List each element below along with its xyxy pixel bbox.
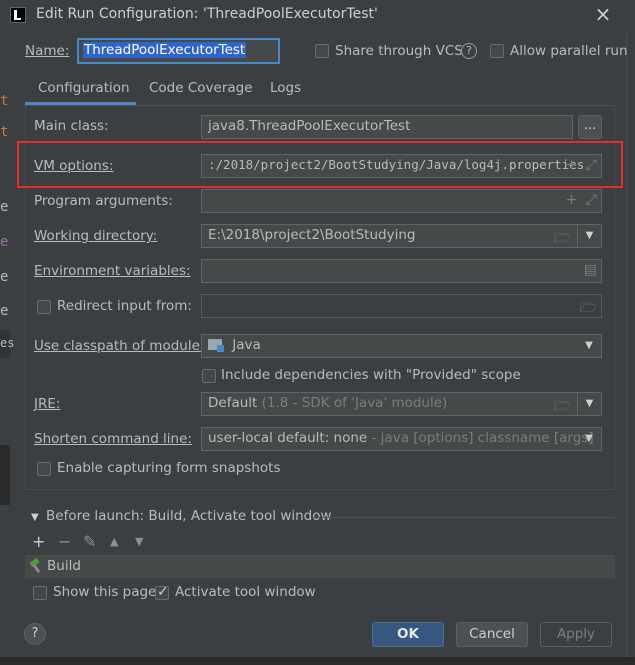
folder-icon[interactable]: 🗁 [554, 227, 571, 247]
move-down-icon[interactable]: ▼ [135, 535, 143, 548]
shorten-command-line-hint: - java [options] classname [args] [371, 430, 594, 446]
classpath-module-select[interactable]: Java ▼ [201, 334, 602, 358]
main-class-label: Main class: [34, 118, 109, 134]
activate-tool-window-label: Activate tool window [175, 584, 316, 600]
close-icon[interactable]: × [594, 3, 612, 25]
environment-variables-label: Environment variables: [34, 263, 191, 279]
remove-task-icon[interactable]: − [58, 532, 71, 551]
before-launch-toolbar: + − ✎ ▲ ▼ [25, 530, 615, 554]
share-vcs-label: Share through VCS [335, 43, 463, 59]
list-item[interactable]: Build [47, 558, 81, 574]
jre-label-text: JRE: [34, 396, 61, 412]
working-directory-value: E:\2018\project2\BootStudying [208, 227, 416, 243]
bg-editor-fragment: e [0, 269, 9, 285]
program-arguments-input[interactable]: + ⤢ [201, 189, 602, 213]
classpath-module-value: Java [232, 337, 261, 353]
allow-parallel-checkbox[interactable] [490, 44, 504, 58]
capture-snapshots-label: Enable capturing form snapshots [57, 460, 281, 476]
environment-variables-input[interactable]: ▤ [201, 259, 602, 283]
show-page-label: Show this page [53, 584, 157, 600]
bg-editor-fragment: e [0, 199, 9, 215]
shorten-command-line-label: Shorten command line: [34, 431, 192, 447]
folder-icon[interactable]: 🗁 [580, 297, 597, 317]
shorten-command-line-label-text: Shorten command line: [34, 431, 192, 447]
apply-button[interactable]: Apply [540, 622, 612, 647]
collapse-arrow-icon[interactable]: ▼ [31, 512, 39, 523]
working-directory-label: Working directory: [34, 228, 157, 244]
hammer-icon [29, 557, 43, 574]
before-launch-separator [312, 517, 615, 518]
classpath-module-label: Use classpath of module: [34, 338, 204, 354]
capture-snapshots-checkbox[interactable] [37, 462, 51, 476]
allow-parallel-label: Allow parallel run [510, 43, 628, 59]
environment-variables-label-text: Environment variables: [34, 263, 191, 279]
include-deps-checkbox[interactable] [202, 369, 216, 383]
folder-icon[interactable]: 🗁 [554, 395, 571, 415]
jre-label: JRE: [34, 396, 60, 412]
bg-editor-fragment: e [0, 234, 9, 250]
intellij-app-icon [10, 7, 26, 23]
activate-tool-window-checkbox[interactable] [155, 584, 169, 600]
chevron-down-icon[interactable]: ▼ [577, 335, 601, 357]
name-label-text: Name: [25, 43, 70, 59]
name-label: Name: [25, 43, 69, 59]
bg-editor-fragment: t [0, 93, 9, 109]
bg-editor-fragment: t [0, 124, 9, 140]
ok-button[interactable]: OK [372, 622, 444, 647]
tab-logs[interactable]: Logs [270, 80, 301, 106]
working-directory-input[interactable]: E:\2018\project2\BootStudying 🗁 ▼ [201, 224, 602, 248]
include-deps-label: Include dependencies with "Provided" sco… [221, 367, 521, 383]
classpath-module-label-text: Use classpath of module: [34, 338, 205, 354]
chevron-down-icon[interactable]: ▼ [577, 225, 601, 247]
before-launch-label[interactable]: Before launch: Build, Activate tool wind… [46, 508, 332, 524]
add-task-icon[interactable]: + [32, 532, 45, 551]
shorten-command-line-select[interactable]: user-local default: none - java [options… [201, 427, 602, 451]
add-icon[interactable]: + [566, 192, 578, 208]
share-vcs-checkbox[interactable] [315, 44, 329, 58]
bg-editor-fragment [0, 445, 10, 505]
main-class-input[interactable]: java8.ThreadPoolExecutorTest [201, 115, 573, 139]
redirect-input-checkbox[interactable] [37, 300, 51, 314]
chevron-down-icon[interactable]: ▼ [577, 393, 601, 415]
jre-hint: (1.8 - SDK of 'Java' module) [261, 395, 448, 411]
before-launch-list: Build [25, 555, 615, 578]
help-button[interactable]: ? [24, 623, 46, 645]
help-icon[interactable]: ? [461, 43, 477, 59]
name-input[interactable]: ThreadPoolExecutorTest [77, 38, 280, 64]
redirect-input-field[interactable]: 🗁 [201, 294, 602, 318]
shorten-command-line-value: user-local default: none [208, 430, 368, 446]
window-title: Edit Run Configuration: 'ThreadPoolExecu… [36, 6, 378, 22]
jre-select[interactable]: Default (1.8 - SDK of 'Java' module) 🗁 ▼ [201, 392, 602, 416]
redirect-input-label: Redirect input from: [57, 298, 192, 314]
move-up-icon[interactable]: ▲ [110, 535, 118, 548]
program-arguments-label: Program arguments: [34, 193, 173, 209]
jre-value: Default [208, 395, 258, 411]
expand-icon[interactable]: ⤢ [586, 192, 597, 208]
annotation-highlight-box [17, 141, 623, 188]
bg-editor-fragment: es [0, 336, 15, 350]
bg-editor-fragment: e [0, 303, 9, 319]
tab-code-coverage[interactable]: Code Coverage [149, 80, 253, 106]
browse-main-class-button[interactable]: ... [578, 115, 602, 139]
main-class-value: java8.ThreadPoolExecutorTest [208, 118, 411, 134]
module-folder-icon [208, 339, 224, 352]
name-input-value: ThreadPoolExecutorTest [83, 42, 247, 58]
document-icon[interactable]: ▤ [584, 262, 597, 278]
cancel-button[interactable]: Cancel [456, 622, 528, 647]
show-page-checkbox[interactable] [33, 586, 47, 600]
window-bottom-edge [0, 657, 635, 665]
edit-task-icon[interactable]: ✎ [83, 532, 96, 551]
chevron-down-icon[interactable]: ▼ [577, 428, 601, 450]
working-directory-label-text: Working directory: [34, 228, 158, 244]
bg-editor-fragment [626, 0, 635, 657]
